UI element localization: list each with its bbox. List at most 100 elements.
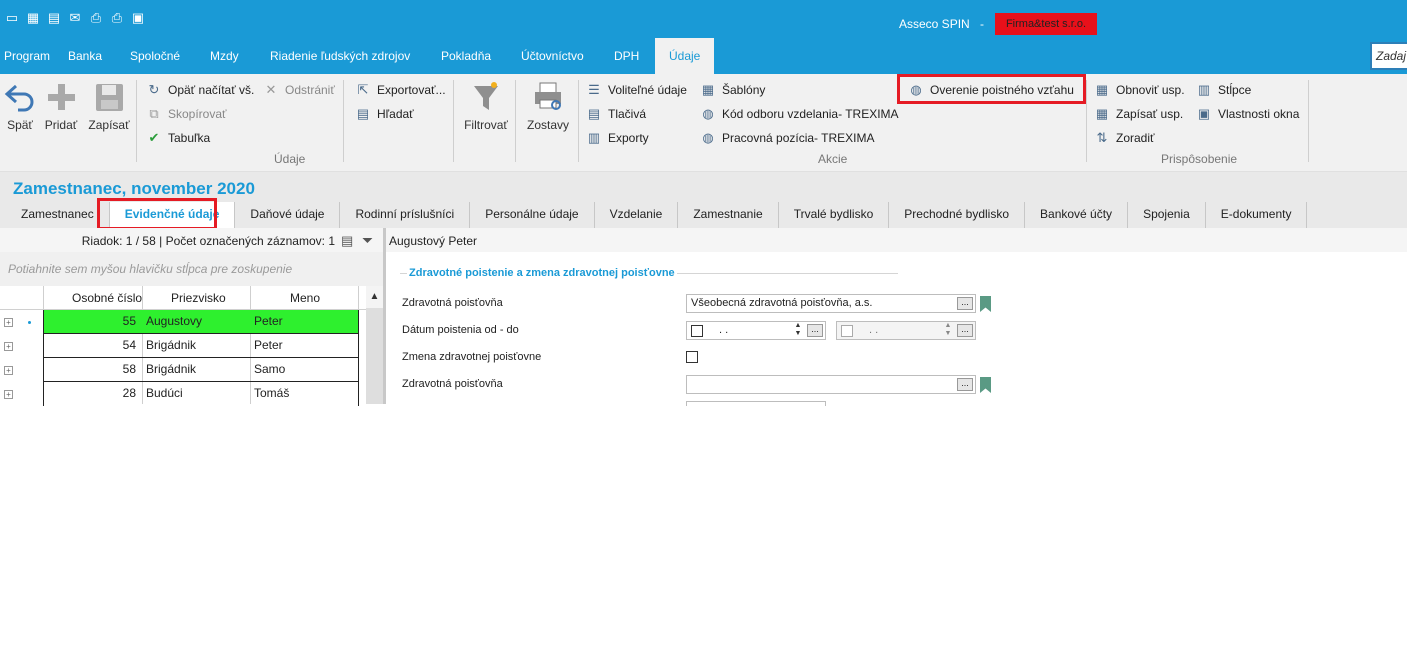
- grid-scrollbar[interactable]: ▲: [366, 286, 383, 404]
- export-button[interactable]: ⇱ Exportovať...: [355, 82, 446, 98]
- employee-grid: Osobné číslo Priezvisko Meno + 55 August…: [0, 286, 383, 406]
- tab-trvale-bydlisko[interactable]: Trvalé bydlisko: [779, 202, 890, 228]
- menu-program[interactable]: Program: [4, 38, 50, 74]
- insurer-2-field[interactable]: ...: [686, 375, 976, 394]
- export-file-icon[interactable]: ▣: [130, 10, 146, 26]
- search-input[interactable]: Zadaj: [1370, 42, 1407, 70]
- add-button[interactable]: Pridať: [43, 80, 79, 132]
- date-from-value: . .: [719, 324, 729, 336]
- employee-name: Augustový Peter: [386, 228, 1407, 252]
- reports-button[interactable]: Zostavy: [526, 80, 570, 132]
- cell-surname: Augustovy: [146, 314, 203, 328]
- tab-vzdelanie[interactable]: Vzdelanie: [595, 202, 679, 228]
- floppy-icon: [93, 80, 125, 114]
- export-doc-icon: ▥: [587, 130, 601, 145]
- spin-icon[interactable]: ▲ ▼: [792, 322, 804, 339]
- tab-personalne-udaje[interactable]: Personálne údaje: [470, 202, 595, 228]
- copy-button[interactable]: ⧉ Skopírovať: [146, 106, 227, 122]
- bookmark-icon[interactable]: [980, 296, 991, 312]
- date-to-field[interactable]: . . ▲ ▼ ...: [836, 321, 976, 340]
- exports-button[interactable]: ▥ Exporty: [586, 130, 649, 146]
- group-by-area[interactable]: Potiahnite sem myšou hlavičku stĺpca pre…: [0, 252, 383, 286]
- save-layout-button[interactable]: ▦ Zapísať usp.: [1094, 106, 1183, 122]
- menu-mzdy[interactable]: Mzdy: [210, 38, 239, 74]
- save-button[interactable]: Zapísať: [88, 80, 130, 132]
- table-row[interactable]: 58 Brigádnik Samo: [43, 358, 359, 382]
- refresh-layout-button[interactable]: ▦ Obnoviť usp.: [1094, 82, 1185, 98]
- date-from-checkbox[interactable]: [691, 325, 703, 337]
- word-icon[interactable]: ▤: [46, 10, 62, 26]
- col-header-id[interactable]: Osobné číslo: [72, 291, 142, 305]
- cell-name: Samo: [254, 362, 286, 376]
- optional-data-button[interactable]: ☰ Voliteľné údaje: [586, 82, 687, 98]
- col-header-surname[interactable]: Priezvisko: [171, 291, 226, 305]
- tab-zamestnanie[interactable]: Zamestnanie: [678, 202, 779, 228]
- prints-label: Tlačivá: [608, 107, 647, 121]
- expand-row-icon[interactable]: +: [4, 342, 13, 351]
- back-label: Späť: [7, 118, 33, 132]
- excel-icon[interactable]: ▦: [25, 10, 41, 26]
- menu-banka[interactable]: Banka: [68, 38, 102, 74]
- menu-hr[interactable]: Riadenie ľudských zdrojov: [270, 38, 410, 74]
- prints-button[interactable]: ▤ Tlačivá: [586, 106, 646, 122]
- remove-button[interactable]: ✕ Odstrániť: [263, 82, 335, 98]
- restore-icon[interactable]: ▭: [4, 10, 20, 26]
- find-button[interactable]: ▤ Hľadať: [355, 106, 414, 122]
- print-preview-icon[interactable]: ⎙: [109, 10, 125, 26]
- spin-icon[interactable]: ▲ ▼: [942, 322, 954, 339]
- menu-dph[interactable]: DPH: [614, 38, 639, 74]
- insurer-field[interactable]: Všeobecná zdravotná poisťovňa, a.s. ...: [686, 294, 976, 313]
- menu-uctovnictvo[interactable]: Účtovníctvo: [521, 38, 584, 74]
- tab-e-dokumenty[interactable]: E-dokumenty: [1206, 202, 1308, 228]
- tab-prechodne-bydlisko[interactable]: Prechodné bydlisko: [889, 202, 1026, 228]
- date-from-field[interactable]: . . ▲ ▼ ...: [686, 321, 826, 340]
- tab-zamestnanec[interactable]: Zamestnanec: [6, 202, 110, 228]
- menu-spolocne[interactable]: Spoločné: [130, 38, 180, 74]
- calendar-button[interactable]: ...: [807, 324, 823, 337]
- bookmark-icon[interactable]: [980, 377, 991, 393]
- col-header-name[interactable]: Meno: [290, 291, 320, 305]
- work-position-button[interactable]: ◍ Pracovná pozícia- TREXIMA: [700, 130, 874, 146]
- ribbon: Späť Pridať Zapísať ↻ Opäť načítať vš. ✕ O…: [0, 74, 1407, 172]
- date-to-checkbox[interactable]: [841, 325, 853, 337]
- lookup-button[interactable]: ...: [957, 297, 973, 310]
- remove-label: Odstrániť: [285, 83, 335, 97]
- window-props-button[interactable]: ▣ Vlastnosti okna: [1196, 106, 1300, 122]
- tab-spojenia[interactable]: Spojenia: [1128, 202, 1206, 228]
- expand-row-icon[interactable]: +: [4, 390, 13, 399]
- filter-icon[interactable]: ⏷: [362, 232, 373, 249]
- scroll-up-icon[interactable]: ▲: [366, 286, 383, 308]
- plus-icon: [45, 80, 77, 114]
- expand-row-icon[interactable]: +: [4, 318, 13, 327]
- table-button[interactable]: ✔ Tabuľka: [146, 130, 211, 146]
- calendar-button[interactable]: ...: [957, 324, 973, 337]
- grid-header: Osobné číslo Priezvisko Meno: [0, 286, 366, 310]
- tab-rodinni-prislusnici[interactable]: Rodinní príslušníci: [340, 202, 471, 228]
- email-icon[interactable]: ✉: [67, 10, 83, 26]
- menu-udaje[interactable]: Údaje: [655, 38, 715, 74]
- expand-row-icon[interactable]: +: [4, 366, 13, 375]
- close-x-icon: ✕: [265, 82, 277, 97]
- table-row[interactable]: 55 Augustovy Peter: [43, 310, 359, 334]
- education-code-button[interactable]: ◍ Kód odboru vzdelania- TREXIMA: [700, 106, 898, 122]
- menu-pokladna[interactable]: Pokladňa: [441, 38, 491, 74]
- reload-label: Opäť načítať vš.: [168, 83, 255, 97]
- next-field[interactable]: [686, 401, 826, 406]
- sort-button[interactable]: ⇅ Zoradiť: [1094, 130, 1155, 146]
- filter-button[interactable]: Filtrovať: [462, 80, 510, 132]
- back-button[interactable]: Späť: [4, 80, 36, 132]
- lookup-button[interactable]: ...: [957, 378, 973, 391]
- templates-button[interactable]: ▦ Šablóny: [700, 82, 766, 98]
- reports-label: Zostavy: [526, 118, 569, 132]
- mark-records-icon[interactable]: ▤: [341, 233, 353, 249]
- copy-label: Skopírovať: [168, 107, 227, 121]
- table-row[interactable]: 28 Budúci Tomáš: [43, 382, 359, 406]
- reload-button[interactable]: ↻ Opäť načítať vš.: [146, 82, 255, 98]
- columns-button[interactable]: ▥ Stĺpce: [1196, 82, 1252, 98]
- ribbon-separator: [515, 80, 516, 162]
- tab-danove-udaje[interactable]: Daňové údaje: [235, 202, 341, 228]
- tab-bankove-ucty[interactable]: Bankové účty: [1025, 202, 1129, 228]
- print-icon[interactable]: ⎙: [88, 10, 104, 26]
- table-row[interactable]: 54 Brigádnik Peter: [43, 334, 359, 358]
- change-insurer-checkbox[interactable]: [686, 351, 698, 363]
